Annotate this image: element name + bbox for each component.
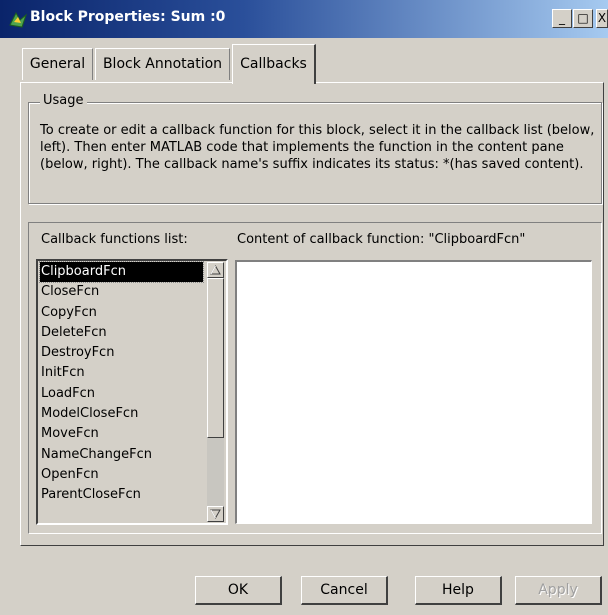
list-item[interactable]: NameChangeFcn bbox=[40, 445, 203, 465]
list-scrollbar[interactable] bbox=[207, 262, 224, 522]
list-item[interactable]: ClipboardFcn bbox=[39, 260, 204, 284]
scroll-up-button[interactable] bbox=[207, 262, 224, 278]
close-button[interactable]: X bbox=[596, 9, 608, 28]
ok-button[interactable]: OK bbox=[195, 576, 282, 605]
callback-list-label: Callback functions list: bbox=[41, 232, 188, 247]
list-item[interactable]: CloseFcn bbox=[40, 282, 203, 302]
callback-content-editor[interactable] bbox=[235, 260, 592, 524]
list-item[interactable]: ModelCloseFcn bbox=[40, 404, 203, 424]
tab-callbacks[interactable]: Callbacks bbox=[232, 44, 316, 84]
cancel-button[interactable]: Cancel bbox=[301, 576, 388, 605]
usage-description: To create or edit a callback function fo… bbox=[40, 123, 595, 172]
list-item[interactable]: DestroyFcn bbox=[40, 343, 203, 363]
arrow-down-icon bbox=[210, 509, 221, 520]
scroll-down-button[interactable] bbox=[207, 506, 224, 522]
list-item[interactable]: LoadFcn bbox=[40, 384, 203, 404]
list-item[interactable]: ParentCloseFcn bbox=[40, 485, 203, 505]
usage-legend: Usage bbox=[40, 93, 87, 108]
simulink-icon bbox=[9, 11, 28, 28]
callback-content-label: Content of callback function: "Clipboard… bbox=[237, 232, 526, 247]
tab-general[interactable]: General bbox=[22, 48, 93, 80]
maximize-button[interactable]: □ bbox=[573, 9, 593, 28]
block-properties-dialog: Block Properties: Sum :0 _ □ X General B… bbox=[0, 0, 608, 615]
tab-block-annotation[interactable]: Block Annotation bbox=[95, 48, 230, 80]
window-title: Block Properties: Sum :0 bbox=[30, 9, 226, 25]
list-item[interactable]: InitFcn bbox=[40, 363, 203, 383]
list-item[interactable]: DeleteFcn bbox=[40, 323, 203, 343]
minimize-button[interactable]: _ bbox=[552, 9, 572, 28]
list-item[interactable]: OpenFcn bbox=[40, 465, 203, 485]
list-item[interactable]: CopyFcn bbox=[40, 303, 203, 323]
title-bar[interactable]: Block Properties: Sum :0 _ □ X bbox=[0, 0, 608, 38]
apply-button[interactable]: Apply bbox=[515, 576, 602, 605]
help-button[interactable]: Help bbox=[415, 576, 502, 605]
scroll-thumb[interactable] bbox=[207, 278, 224, 438]
callback-list-items: ClipboardFcn CloseFcn CopyFcn DeleteFcn … bbox=[39, 260, 204, 506]
list-item[interactable]: MoveFcn bbox=[40, 424, 203, 444]
arrow-up-icon bbox=[210, 264, 221, 275]
